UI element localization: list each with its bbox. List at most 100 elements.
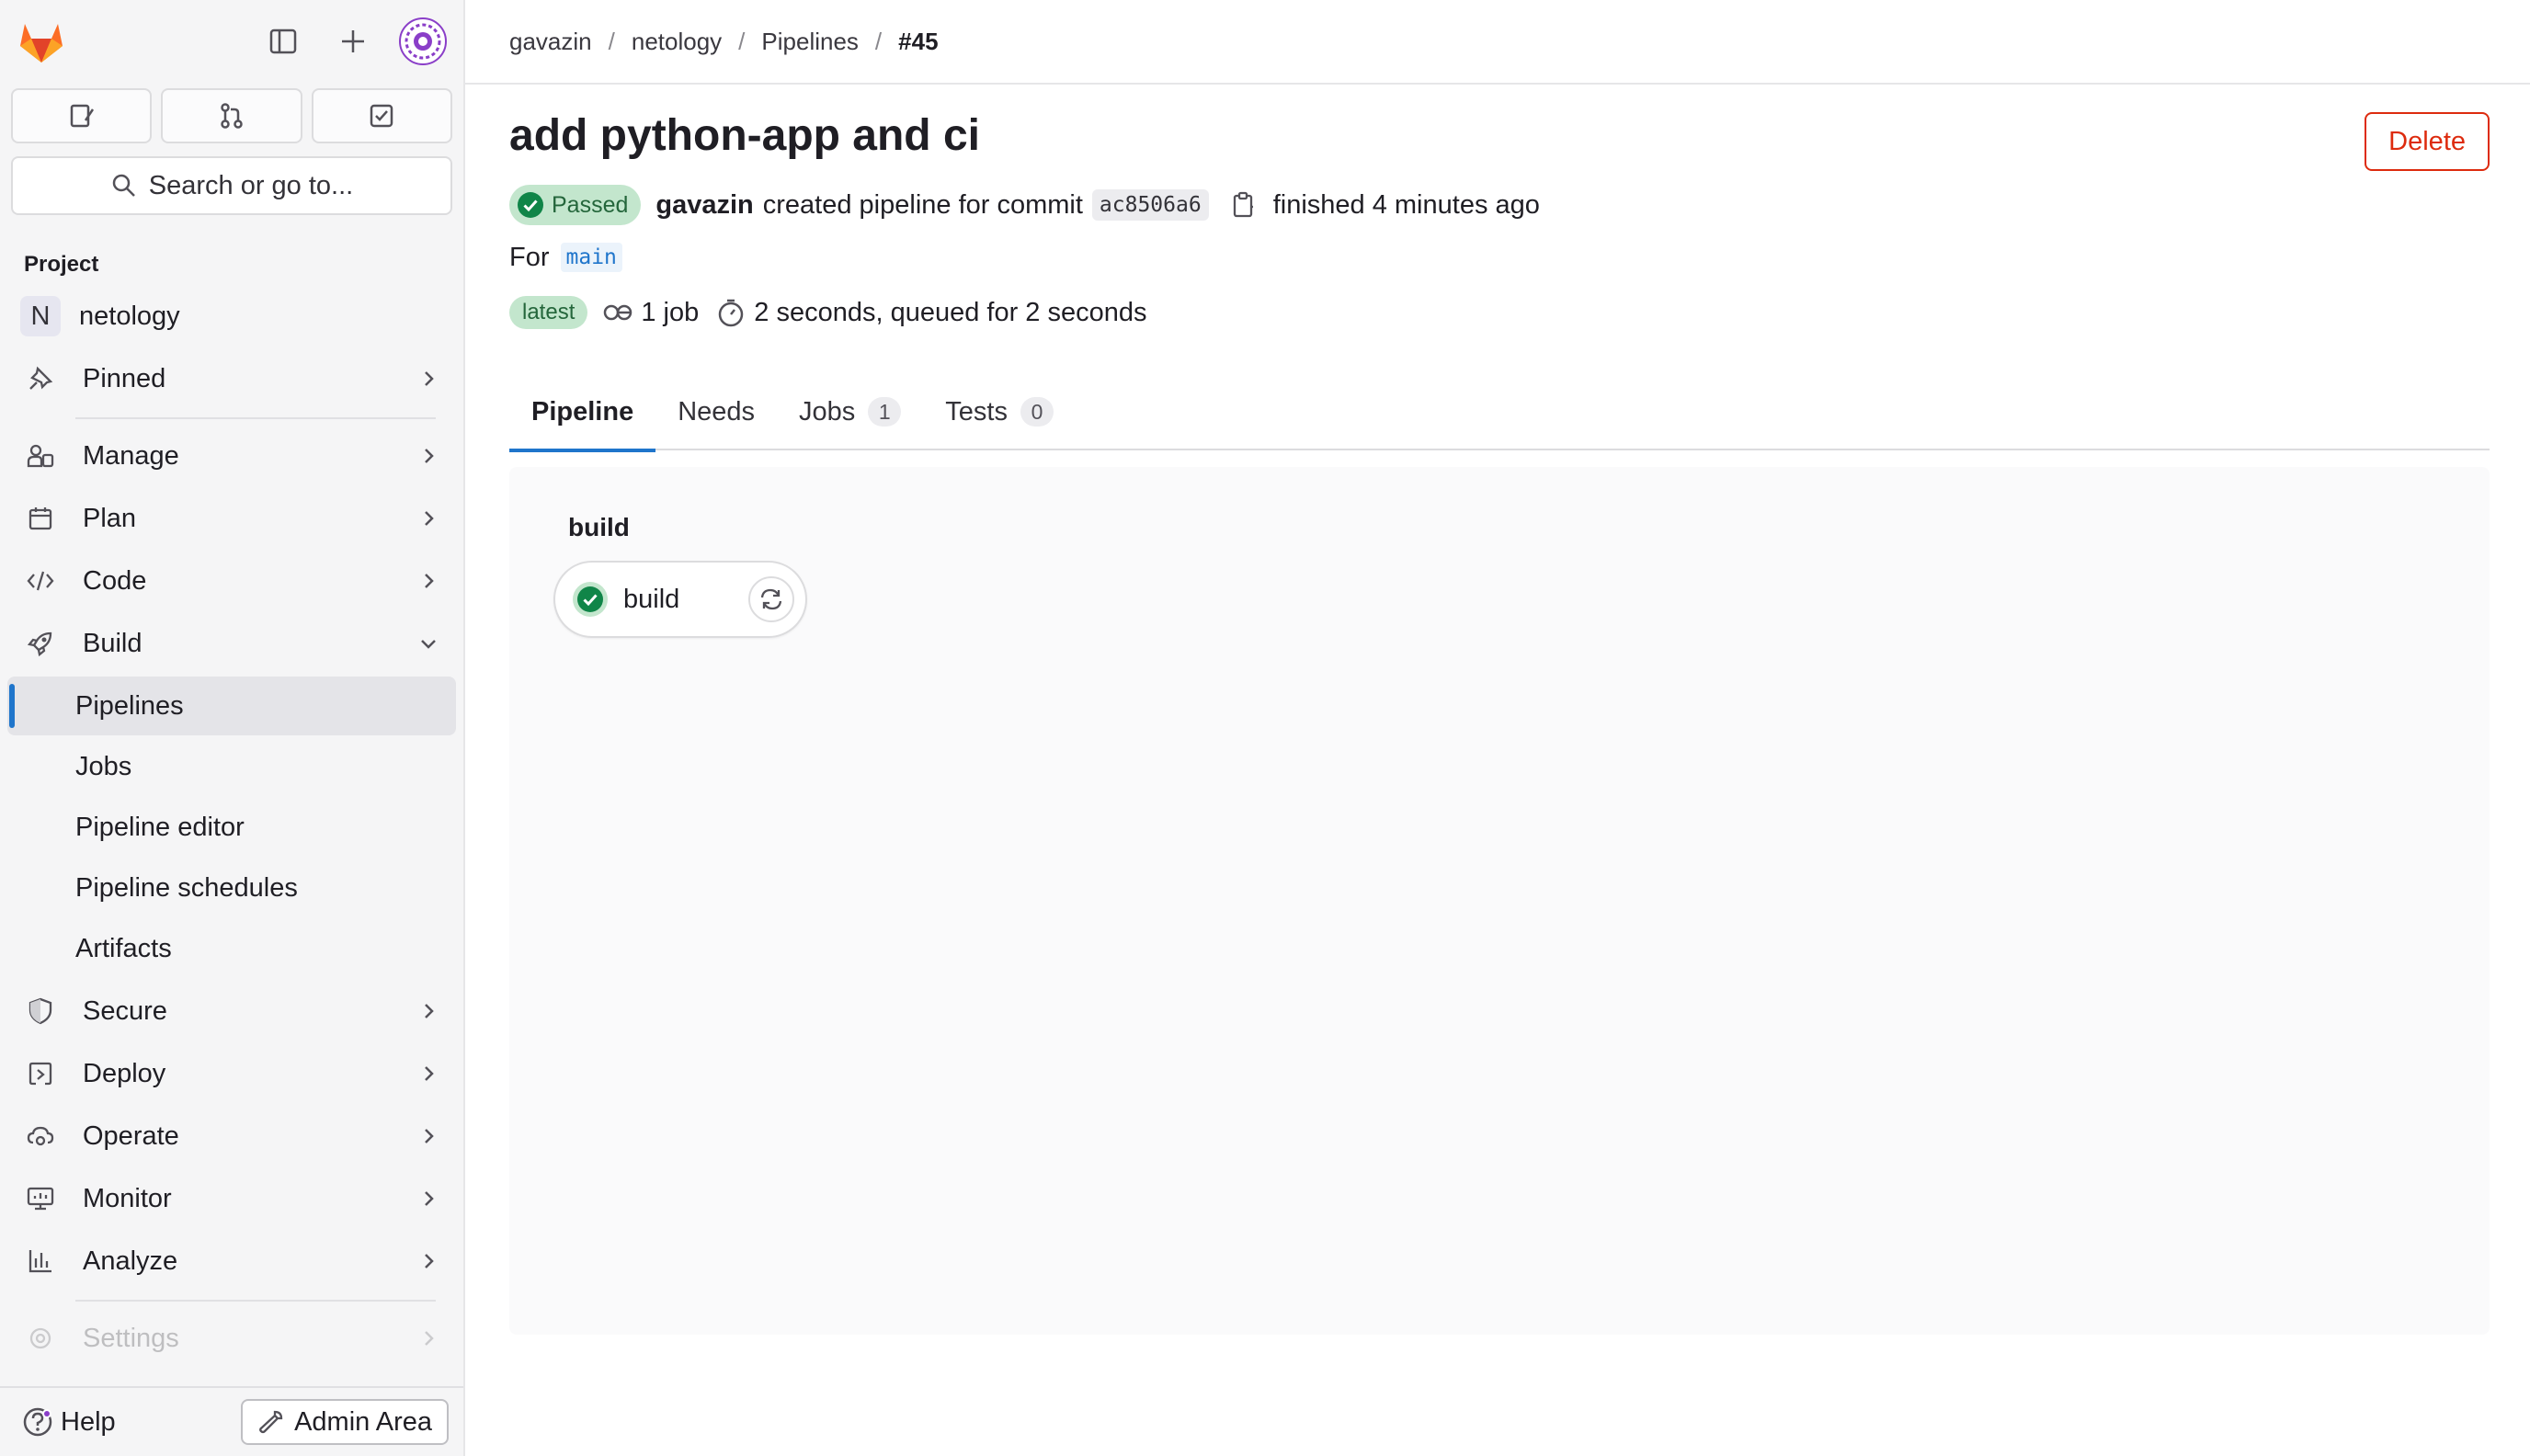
plus-icon[interactable] xyxy=(329,17,377,65)
sidebar-item-project[interactable]: N netology xyxy=(7,285,456,347)
tab-label: Jobs xyxy=(799,396,856,427)
merge-requests-icon[interactable] xyxy=(161,88,302,143)
jobs-count-text: 1 job xyxy=(641,297,700,327)
rocket-icon xyxy=(24,627,57,660)
sidebar-subitem-pipeline-editor[interactable]: Pipeline editor xyxy=(7,798,456,857)
breadcrumb-item[interactable]: netology xyxy=(632,28,722,56)
sidebar-item-label: Settings xyxy=(83,1323,179,1353)
sidebar-item-label: Operate xyxy=(83,1120,179,1151)
latest-badge: latest xyxy=(509,296,588,329)
sidebar-toggle-icon[interactable] xyxy=(259,17,307,65)
sidebar-item-label: Pinned xyxy=(83,363,166,393)
sidebar-subitem-pipeline-schedules[interactable]: Pipeline schedules xyxy=(7,859,456,917)
sidebar-subitem-jobs[interactable]: Jobs xyxy=(7,737,456,796)
sidebar-item-label: Monitor xyxy=(83,1183,172,1213)
chart-icon xyxy=(24,1245,57,1278)
sidebar-subitem-pipelines[interactable]: Pipelines xyxy=(7,677,456,735)
calendar-icon xyxy=(24,502,57,535)
search-label: Search or go to... xyxy=(148,170,354,200)
issues-icon[interactable] xyxy=(11,88,153,143)
sidebar-item-deploy[interactable]: Deploy xyxy=(7,1042,456,1105)
sidebar-item-plan[interactable]: Plan xyxy=(7,487,456,550)
tab-jobs[interactable]: Jobs 1 xyxy=(777,373,923,450)
breadcrumb-item[interactable]: gavazin xyxy=(509,28,592,56)
sidebar-item-manage[interactable]: Manage xyxy=(7,425,456,487)
main-content: gavazin / netology / Pipelines / #45 add… xyxy=(465,0,2530,1456)
admin-area-button[interactable]: Admin Area xyxy=(241,1399,449,1445)
tab-tests[interactable]: Tests 0 xyxy=(923,373,1076,450)
breadcrumb-current[interactable]: #45 xyxy=(898,28,938,56)
sidebar-item-build[interactable]: Build xyxy=(7,612,456,675)
status-badge[interactable]: Passed xyxy=(509,185,642,225)
chevron-right-icon xyxy=(425,511,434,526)
tab-label: Pipeline xyxy=(531,396,634,427)
sidebar-item-secure[interactable]: Secure xyxy=(7,980,456,1042)
code-icon xyxy=(24,564,57,597)
commit-sha[interactable]: ac8506a6 xyxy=(1091,189,1209,221)
retry-icon[interactable] xyxy=(748,576,794,622)
project-section-label: Project xyxy=(24,252,99,277)
sidebar-subitem-artifacts[interactable]: Artifacts xyxy=(7,919,456,978)
chevron-down-icon xyxy=(421,640,436,649)
ref-row: For main xyxy=(509,239,2490,276)
tab-count-badge: 1 xyxy=(868,397,902,427)
pipeline-tabs: Pipeline Needs Jobs 1 Tests 0 xyxy=(509,373,2490,452)
chevron-right-icon xyxy=(425,1331,434,1346)
breadcrumb-separator: / xyxy=(608,27,615,55)
chevron-right-icon xyxy=(425,1129,434,1143)
sidebar-subitem-label: Artifacts xyxy=(75,933,172,963)
sidebar-item-code[interactable]: Code xyxy=(7,550,456,612)
avatar[interactable] xyxy=(399,17,447,65)
chevron-right-icon xyxy=(425,1004,434,1018)
copy-icon[interactable] xyxy=(1227,188,1260,222)
sidebar-item-operate[interactable]: Operate xyxy=(7,1105,456,1167)
sidebar-item-label: Plan xyxy=(83,503,137,533)
chevron-right-icon xyxy=(425,574,434,588)
search-icon xyxy=(112,174,135,197)
finished-text: finished 4 minutes ago xyxy=(1272,189,1540,220)
sidebar-item-pinned[interactable]: Pinned xyxy=(7,347,456,410)
tab-pipeline[interactable]: Pipeline xyxy=(509,373,656,452)
left-sidebar: Search or go to... Project N netology Pi… xyxy=(0,0,465,1456)
wrench-icon xyxy=(259,1410,283,1434)
author-link[interactable]: gavazin xyxy=(655,190,753,221)
sidebar-item-settings[interactable]: Settings xyxy=(7,1307,456,1370)
help-button[interactable]: Help xyxy=(22,1406,116,1438)
sidebar-subitem-label: Pipelines xyxy=(75,690,184,721)
sidebar-item-label: Manage xyxy=(83,440,179,471)
settings-icon xyxy=(24,1322,57,1355)
search-button[interactable]: Search or go to... xyxy=(11,156,452,215)
sidebar-item-label: Analyze xyxy=(83,1246,178,1276)
job-item-build[interactable]: build xyxy=(553,561,807,638)
admin-area-label: Admin Area xyxy=(294,1406,432,1437)
duration-text: 2 seconds, queued for 2 seconds xyxy=(754,297,1147,327)
chevron-right-icon xyxy=(425,449,434,463)
timer-icon xyxy=(715,297,746,328)
breadcrumb-separator: / xyxy=(738,27,746,55)
sidebar-item-label: Deploy xyxy=(83,1058,166,1088)
help-label: Help xyxy=(61,1406,116,1437)
sidebar-subitem-label: Pipeline editor xyxy=(75,812,245,842)
sidebar-header xyxy=(0,0,463,83)
title-row: add python-app and ci Delete xyxy=(509,108,2490,171)
chevron-right-icon xyxy=(425,1066,434,1081)
sidebar-subitem-label: Jobs xyxy=(75,751,132,781)
pipeline-graph: build build xyxy=(509,467,2490,1335)
chevron-right-icon xyxy=(425,371,434,386)
tab-label: Needs xyxy=(678,396,756,427)
app-root: Search or go to... Project N netology Pi… xyxy=(0,0,2530,1456)
sidebar-item-label: Secure xyxy=(83,995,167,1026)
pipeline-meta: Passed gavazin created pipeline for comm… xyxy=(509,182,2490,228)
delete-button[interactable]: Delete xyxy=(2365,112,2490,171)
shield-icon xyxy=(24,995,57,1028)
todo-icon[interactable] xyxy=(311,88,452,143)
branch-ref-link[interactable]: main xyxy=(560,243,622,272)
breadcrumb-item[interactable]: Pipelines xyxy=(761,28,859,56)
gitlab-logo-icon[interactable] xyxy=(17,17,66,66)
breadcrumb: gavazin / netology / Pipelines / #45 xyxy=(465,0,2530,85)
sidebar-divider xyxy=(75,417,436,419)
sidebar-item-monitor[interactable]: Monitor xyxy=(7,1167,456,1230)
sidebar-item-analyze[interactable]: Analyze xyxy=(7,1230,456,1292)
sidebar-item-label: Code xyxy=(83,565,147,596)
tab-needs[interactable]: Needs xyxy=(655,373,777,450)
